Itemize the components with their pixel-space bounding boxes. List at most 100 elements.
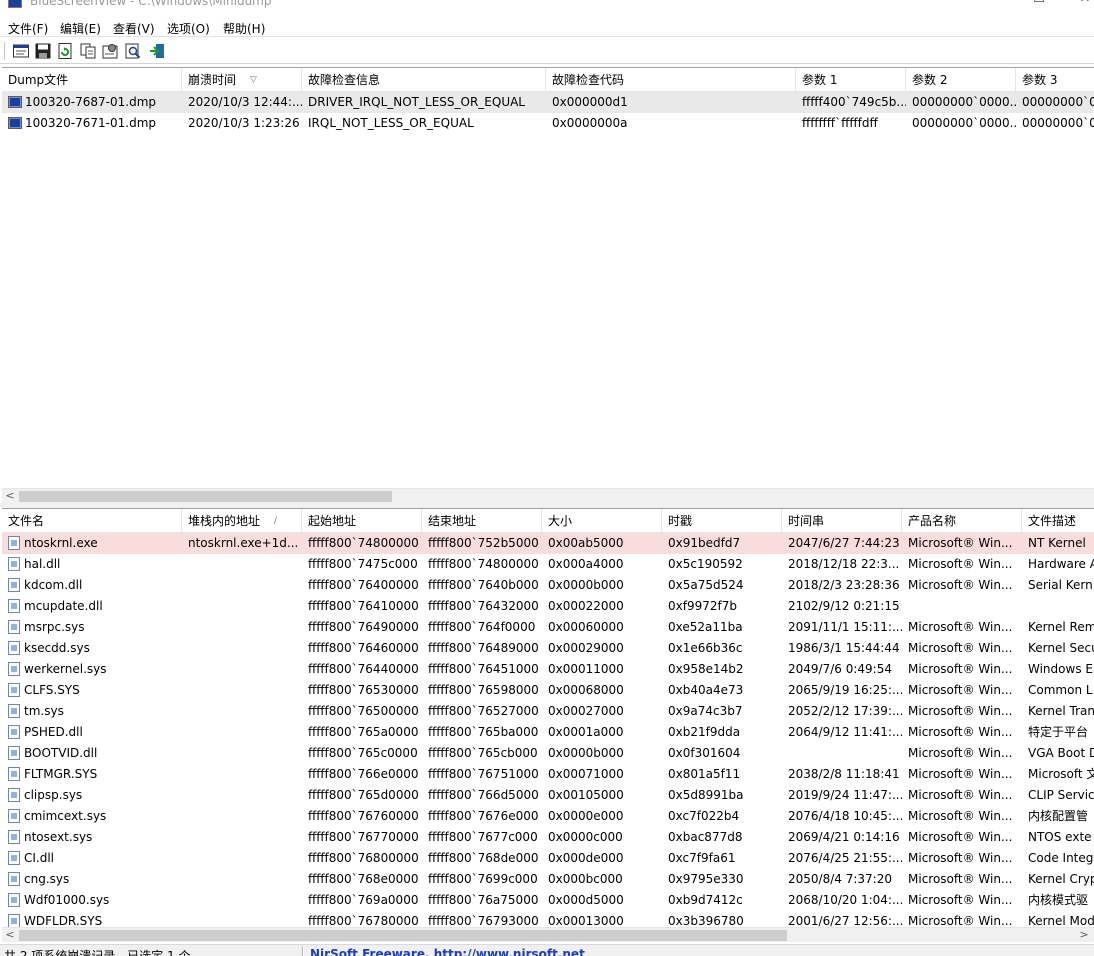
column-header-parameter-2[interactable]: 参数 2 bbox=[906, 68, 1016, 92]
module-row[interactable]: PSHED.dll fffff800`765a0000 fffff800`765ba… bbox=[2, 722, 1094, 743]
save-icon[interactable] bbox=[34, 42, 52, 60]
module-row[interactable]: ntoskrnl.exe ntoskrnl.exe+1d... fffff800`7… bbox=[2, 533, 1094, 554]
dump-row[interactable]: 100320-7671-01.dmp 2020/10/3 1:23:26 IRQ… bbox=[2, 113, 1094, 134]
scroll-right-arrow-icon[interactable]: > bbox=[1076, 928, 1092, 942]
scrollbar-thumb[interactable] bbox=[19, 930, 787, 941]
module-file-name: ntoskrnl.exe bbox=[24, 536, 98, 550]
module-row[interactable]: CLFS.SYS fffff800`76530000 fffff800`765980… bbox=[2, 680, 1094, 701]
module-row[interactable]: hal.dll fffff800`7475c000 fffff800`7480000… bbox=[2, 554, 1094, 575]
scroll-left-arrow-icon[interactable]: < bbox=[2, 928, 18, 942]
from-address-cell: fffff800`765c0000 bbox=[308, 746, 418, 760]
address-in-stack-cell bbox=[182, 701, 302, 722]
size-cell: 0x00ab5000 bbox=[548, 536, 624, 550]
address-in-stack-cell bbox=[182, 617, 302, 638]
module-row[interactable]: FLTMGR.SYS fffff800`766e0000 fffff800`7675… bbox=[2, 764, 1094, 785]
module-row[interactable]: ntosext.sys fffff800`76770000 fffff800`767… bbox=[2, 827, 1094, 848]
to-address-cell: fffff800`7640b000 bbox=[428, 578, 539, 592]
module-file-name: clipsp.sys bbox=[24, 788, 83, 802]
exit-icon[interactable] bbox=[148, 42, 166, 60]
module-list-pane[interactable]: 文件名 堆栈内的地址 ∕ 起始地址 结束地址 大小 时戳 时间串 产品名称 文件… bbox=[2, 508, 1094, 942]
parameter-3-cell: 00000000`00 bbox=[1022, 95, 1094, 109]
dump-list-pane[interactable]: Dump文件 崩溃时间 ▽ 故障检查信息 故障检查代码 参数 1 参数 2 参数… bbox=[2, 67, 1094, 503]
column-header-dump-file[interactable]: Dump文件 bbox=[2, 68, 182, 92]
time-string-cell: 2052/2/12 17:39:... bbox=[788, 704, 902, 718]
column-header-parameter-3[interactable]: 参数 3 bbox=[1016, 68, 1094, 92]
copy-icon[interactable] bbox=[79, 42, 97, 60]
module-row[interactable]: werkernel.sys fffff800`76440000 fffff800`7… bbox=[2, 659, 1094, 680]
menu-help[interactable]: 帮助(H) bbox=[223, 20, 265, 37]
scroll-left-arrow-icon[interactable]: < bbox=[2, 489, 18, 503]
dump-row[interactable]: 100320-7687-01.dmp 2020/10/3 12:44:... D… bbox=[2, 92, 1094, 113]
module-row[interactable]: BOOTVID.dll fffff800`765c0000 fffff800`765… bbox=[2, 743, 1094, 764]
module-file-icon bbox=[8, 788, 20, 802]
nirsoft-link[interactable]: NirSoft Freeware. http://www.nirsoft.net bbox=[310, 947, 585, 956]
column-header-parameter-1[interactable]: 参数 1 bbox=[796, 68, 906, 92]
address-in-stack-cell bbox=[182, 680, 302, 701]
advanced-options-icon[interactable] bbox=[101, 42, 119, 60]
module-row[interactable]: msrpc.sys fffff800`76490000 fffff800`764f0… bbox=[2, 617, 1094, 638]
menu-options[interactable]: 选项(O) bbox=[167, 20, 210, 37]
menu-view[interactable]: 查看(V) bbox=[113, 20, 155, 37]
crash-time-cell: 2020/10/3 1:23:26 bbox=[188, 116, 300, 130]
maximize-button[interactable]: ☐ bbox=[1016, 0, 1062, 12]
column-header-time-string[interactable]: 时间串 bbox=[782, 509, 902, 533]
menu-edit[interactable]: 编辑(E) bbox=[60, 20, 101, 37]
time-stamp-cell: 0x5a75d524 bbox=[668, 578, 744, 592]
file-description-cell: Kernel Secu bbox=[1028, 641, 1094, 655]
refresh-icon[interactable] bbox=[56, 42, 74, 60]
scrollbar-thumb[interactable] bbox=[19, 491, 392, 502]
status-separator bbox=[302, 946, 304, 956]
to-address-cell: fffff800`76451000 bbox=[428, 662, 539, 676]
module-row[interactable]: ksecdd.sys fffff800`76460000 fffff800`7648… bbox=[2, 638, 1094, 659]
module-list-horizontal-scrollbar[interactable]: < > bbox=[2, 927, 1094, 942]
column-header-size[interactable]: 大小 bbox=[542, 509, 662, 533]
product-name-cell: Microsoft® Win... bbox=[908, 557, 1013, 571]
file-description-cell: Kernel Rem bbox=[1028, 620, 1094, 634]
from-address-cell: fffff800`76800000 bbox=[308, 851, 419, 865]
module-file-icon bbox=[8, 746, 20, 760]
column-header-bug-check-code[interactable]: 故障检查代码 bbox=[546, 68, 796, 92]
module-row[interactable]: tm.sys fffff800`76500000 fffff800`76527000… bbox=[2, 701, 1094, 722]
find-icon[interactable] bbox=[124, 42, 142, 60]
toolbar-grip bbox=[4, 42, 7, 60]
file-description-cell: Windows E bbox=[1028, 662, 1093, 676]
module-row[interactable]: CI.dll fffff800`76800000 fffff800`768de000… bbox=[2, 848, 1094, 869]
size-cell: 0x0000b000 bbox=[548, 746, 624, 760]
address-in-stack-cell bbox=[182, 743, 302, 764]
column-header-from-address[interactable]: 起始地址 bbox=[302, 509, 422, 533]
module-row[interactable]: clipsp.sys fffff800`765d0000 fffff800`766d… bbox=[2, 785, 1094, 806]
properties-icon[interactable] bbox=[12, 42, 30, 60]
close-button[interactable]: ✕ bbox=[1062, 0, 1094, 12]
column-header-product-name[interactable]: 产品名称 bbox=[902, 509, 1022, 533]
size-cell: 0x00027000 bbox=[548, 704, 624, 718]
file-description-cell: Kernel Cryp bbox=[1028, 872, 1094, 886]
column-header-address-in-stack[interactable]: 堆栈内的地址 bbox=[182, 509, 302, 533]
module-row[interactable]: kdcom.dll fffff800`76400000 fffff800`7640b… bbox=[2, 575, 1094, 596]
minimize-button[interactable]: — bbox=[956, 0, 1002, 12]
dump-file-cell: 100320-7687-01.dmp bbox=[2, 92, 182, 113]
module-row[interactable]: mcupdate.dll fffff800`76410000 fffff800`76… bbox=[2, 596, 1094, 617]
from-address-cell: fffff800`76400000 bbox=[308, 578, 419, 592]
from-address-cell: fffff800`76530000 bbox=[308, 683, 419, 697]
module-file-icon bbox=[8, 767, 20, 781]
menu-file[interactable]: 文件(F) bbox=[8, 20, 48, 37]
file-description-cell: Hardware A bbox=[1028, 557, 1094, 571]
product-name-cell: Microsoft® Win... bbox=[908, 641, 1013, 655]
module-row[interactable]: cmimcext.sys fffff800`76760000 fffff800`76… bbox=[2, 806, 1094, 827]
column-header-time-stamp[interactable]: 时戳 bbox=[662, 509, 782, 533]
dump-list-horizontal-scrollbar[interactable]: < bbox=[2, 488, 1094, 503]
column-header-crash-time[interactable]: 崩溃时间 bbox=[182, 68, 302, 92]
time-stamp-cell: 0x1e66b36c bbox=[668, 641, 743, 655]
column-header-file-description[interactable]: 文件描述 bbox=[1022, 509, 1094, 533]
address-in-stack-cell bbox=[182, 638, 302, 659]
file-description-cell: NT Kernel bbox=[1028, 536, 1086, 550]
column-header-bug-check-string[interactable]: 故障检查信息 bbox=[302, 68, 546, 92]
column-header-to-address[interactable]: 结束地址 bbox=[422, 509, 542, 533]
module-file-icon bbox=[8, 662, 20, 676]
module-row[interactable]: Wdf01000.sys fffff800`769a0000 fffff800`76… bbox=[2, 890, 1094, 911]
column-header-filename[interactable]: 文件名 bbox=[2, 509, 182, 533]
address-in-stack-cell bbox=[182, 869, 302, 890]
from-address-cell: fffff800`765a0000 bbox=[308, 725, 419, 739]
module-row[interactable]: cng.sys fffff800`768e0000 fffff800`7699c00… bbox=[2, 869, 1094, 890]
module-file-name: Wdf01000.sys bbox=[24, 893, 110, 907]
